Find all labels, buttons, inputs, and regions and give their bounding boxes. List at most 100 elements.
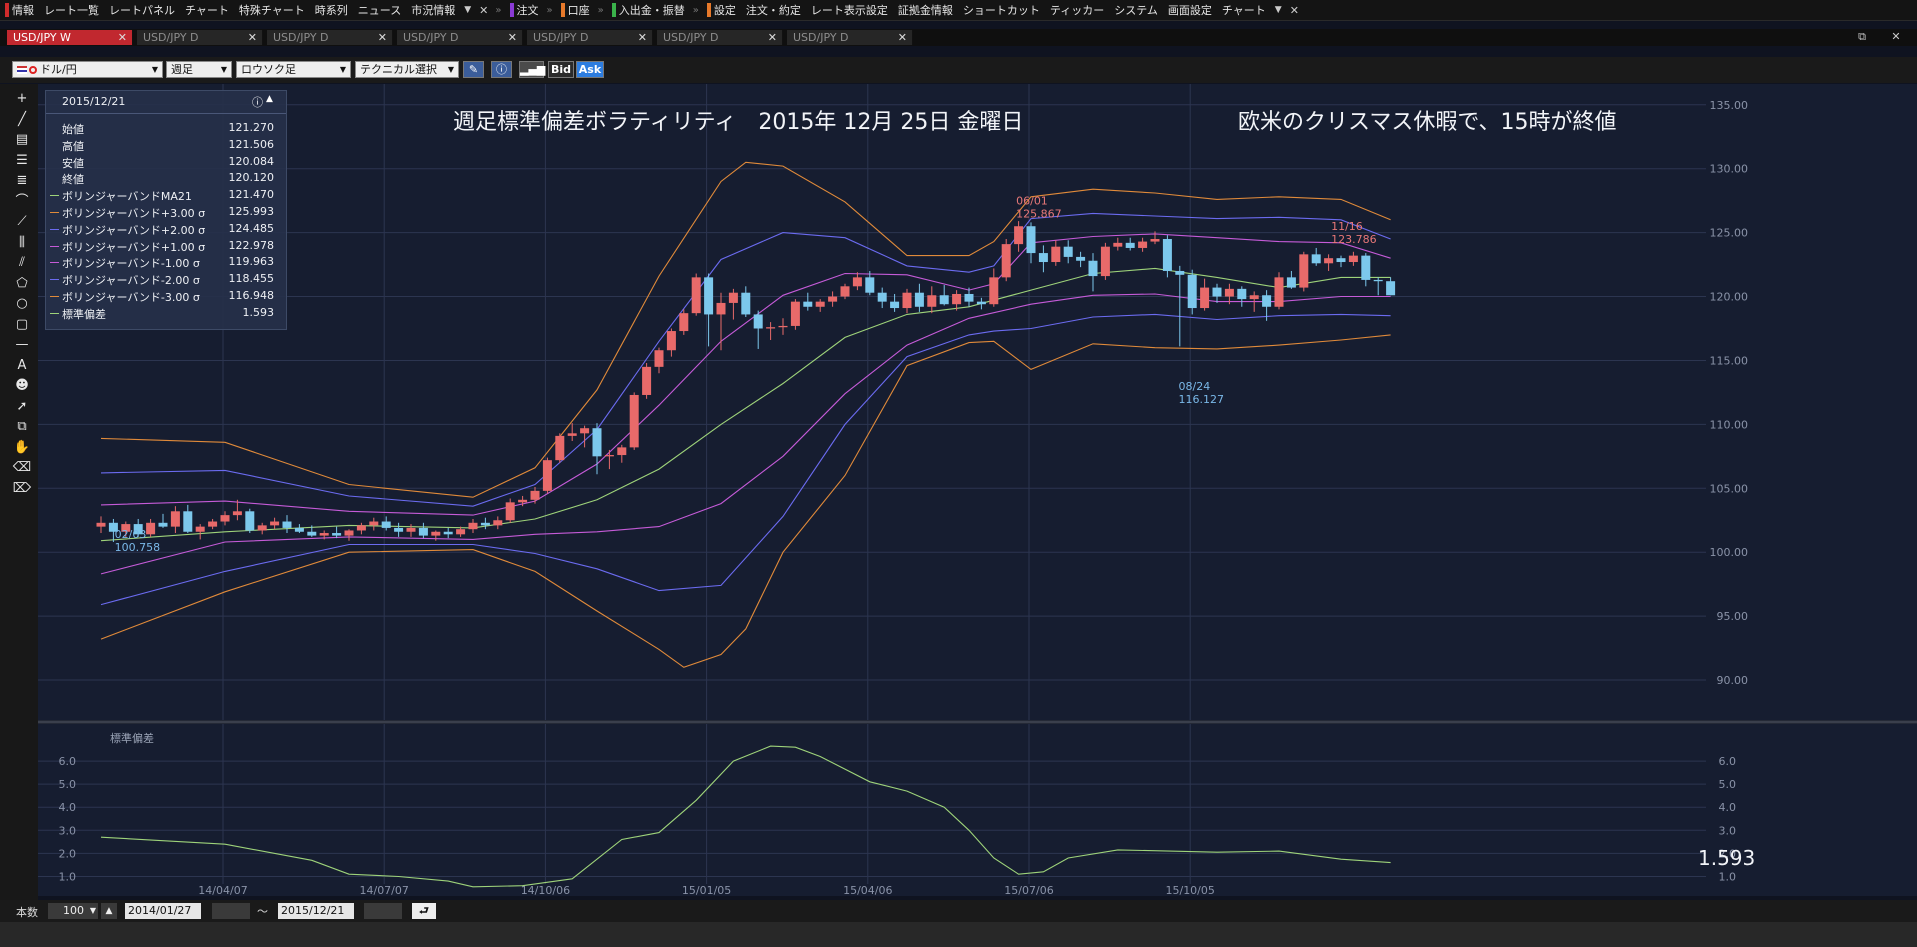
menu-item-label: 画面設定 [1167, 4, 1212, 17]
menu-item[interactable]: 入出金・振替 [607, 0, 690, 20]
vlines-icon[interactable]: ⫼ [11, 233, 33, 253]
text-icon[interactable]: A [11, 356, 33, 376]
tab-close-icon[interactable]: ✕ [638, 30, 647, 45]
menu-item[interactable]: レート表示設定 [806, 0, 893, 20]
pencil-icon: ✎ [468, 63, 479, 76]
menu-item[interactable]: 証拠金情報 [893, 0, 958, 20]
chart-tab[interactable]: USD/JPY D ✕ [527, 30, 653, 45]
restore-window-icon[interactable]: ⧉ [1855, 31, 1869, 43]
hand-icon[interactable]: ✋ [11, 438, 33, 458]
menu-overflow-icon[interactable]: » [492, 5, 504, 16]
x-tick-label: 15/07/06 [1004, 884, 1053, 897]
menu-item[interactable]: レート一覧 [39, 0, 104, 20]
to-date-input[interactable]: 2015/12/21 [278, 903, 354, 919]
menu-item[interactable]: チャート [180, 0, 234, 20]
chart-tab[interactable]: USD/JPY D ✕ [137, 30, 263, 45]
candle-body [493, 520, 503, 526]
menu-dropdown-icon[interactable]: ▼ [460, 5, 475, 15]
channel-icon[interactable]: ⫽ [11, 253, 33, 273]
period-select[interactable]: 週足 ▼ [166, 61, 232, 78]
eraser-all-icon[interactable]: ⌦ [11, 479, 33, 499]
ask-button[interactable]: Ask [576, 61, 604, 78]
chart-tab[interactable]: USD/JPY D ✕ [787, 30, 913, 45]
apply-range-button[interactable]: ⮐ [412, 903, 436, 919]
candle-body [1026, 226, 1036, 254]
menu-item[interactable]: ニュース [353, 0, 406, 20]
tab-close-icon[interactable]: ✕ [118, 30, 127, 45]
menu-item[interactable]: チャート [1217, 0, 1271, 20]
candle-body [282, 521, 292, 528]
menu-overflow-icon[interactable]: » [595, 5, 607, 16]
chart-tab[interactable]: USD/JPY W ✕ [7, 30, 133, 45]
from-time-input[interactable] [212, 903, 250, 919]
y-tick-label: 95.00 [1717, 610, 1749, 623]
chart-tab[interactable]: USD/JPY D ✕ [657, 30, 783, 45]
menu-overflow-icon[interactable]: » [544, 5, 556, 16]
menu-item[interactable]: レートパネル [104, 0, 180, 20]
menu-item[interactable]: 注文・約定 [741, 0, 806, 20]
chart-tab[interactable]: USD/JPY D ✕ [267, 30, 393, 45]
technical-select[interactable]: テクニカル選択 ▼ [355, 61, 459, 78]
chart-tab[interactable]: USD/JPY D ✕ [397, 30, 523, 45]
info-row: 標準偏差 1.593 [46, 306, 286, 322]
crosshair-icon[interactable]: + [11, 89, 33, 109]
copy-icon[interactable]: ⧉ [11, 417, 33, 437]
pointer-icon[interactable]: ➚ [11, 397, 33, 417]
tab-close-icon[interactable]: ✕ [508, 30, 517, 45]
menu-color-marker [5, 3, 9, 17]
chart-canvas[interactable]: 135.00 130.00 125.00 120.00 115.00 110.00 105.… [38, 84, 1917, 900]
menu-item[interactable]: 注文 [505, 0, 544, 20]
menu-close-icon[interactable]: ✕ [1286, 4, 1303, 17]
arc-icon[interactable]: ⌒ [11, 192, 33, 212]
menu-item[interactable]: 口座 [556, 0, 595, 20]
y-tick-label: 90.00 [1717, 674, 1749, 687]
bid-button[interactable]: Bid [548, 61, 574, 78]
menu-item[interactable]: 時系列 [310, 0, 353, 20]
pentagon-icon[interactable]: ⬠ [11, 274, 33, 294]
draw-pen-button[interactable]: ✎ [463, 61, 484, 78]
info-button[interactable]: ⓘ [491, 61, 512, 78]
chart-style-select[interactable]: ロウソク足 ▼ [236, 61, 351, 78]
ruler-icon[interactable]: ▤ [11, 130, 33, 150]
menu-item[interactable]: 情報 [0, 0, 39, 20]
candle-body [952, 293, 962, 305]
menu-item[interactable]: ティッカー [1045, 0, 1109, 20]
info-icon[interactable]: ⓘ [252, 94, 263, 110]
tab-close-icon[interactable]: ✕ [378, 30, 387, 45]
menu-item[interactable]: システム [1109, 0, 1163, 20]
menu-overflow-icon[interactable]: » [690, 5, 702, 16]
to-time-input[interactable] [364, 903, 402, 919]
menu-item[interactable]: 設定 [702, 0, 741, 20]
menu-item[interactable]: 特殊チャート [234, 0, 310, 20]
hline-icon[interactable]: — [11, 335, 33, 355]
tab-close-icon[interactable]: ✕ [768, 30, 777, 45]
menu-close-icon[interactable]: ✕ [475, 4, 492, 17]
collapse-icon[interactable]: ▲ [266, 94, 273, 104]
chart-tab-bar: ⧉ ✕ USD/JPY W ✕ USD/JPY D ✕ USD/JPY D ✕ USD/JP… [0, 29, 1917, 46]
fan-icon[interactable]: ⟋ [11, 212, 33, 232]
multi-hlines-icon[interactable]: ≣ [11, 171, 33, 191]
menu-item[interactable]: ショートカット [958, 0, 1045, 20]
bar-count-input[interactable]: 100 ▼ [48, 903, 98, 919]
candle-body [778, 325, 788, 328]
chart-area[interactable]: 135.00 130.00 125.00 120.00 115.00 110.00 105.… [38, 84, 1917, 900]
tab-close-icon[interactable]: ✕ [248, 30, 257, 45]
count-up-button[interactable]: ▲ [101, 903, 117, 919]
eraser-icon[interactable]: ⌫ [11, 458, 33, 478]
tab-label: USD/JPY W [13, 31, 71, 44]
menu-dropdown-icon[interactable]: ▼ [1271, 5, 1286, 15]
stamp-icon[interactable]: ☻ [11, 376, 33, 396]
rectangle-icon[interactable]: ▢ [11, 315, 33, 335]
tab-close-icon[interactable]: ✕ [898, 30, 907, 45]
menu-item[interactable]: 市況情報 [406, 0, 460, 20]
from-date-input[interactable]: 2014/01/27 [125, 903, 201, 919]
series-color-swatch [50, 195, 59, 197]
close-window-icon[interactable]: ✕ [1889, 31, 1903, 43]
line-icon[interactable]: ╱ [11, 110, 33, 130]
hlines-icon[interactable]: ☰ [11, 151, 33, 171]
currency-pair-select[interactable]: ドル/円 ▼ [12, 61, 163, 78]
volume-button[interactable]: ▂▄▆ [519, 61, 545, 78]
menu-item[interactable]: 画面設定 [1163, 0, 1217, 20]
circle-icon[interactable]: ○ [11, 294, 33, 314]
x-tick-label: 14/04/07 [198, 884, 247, 897]
